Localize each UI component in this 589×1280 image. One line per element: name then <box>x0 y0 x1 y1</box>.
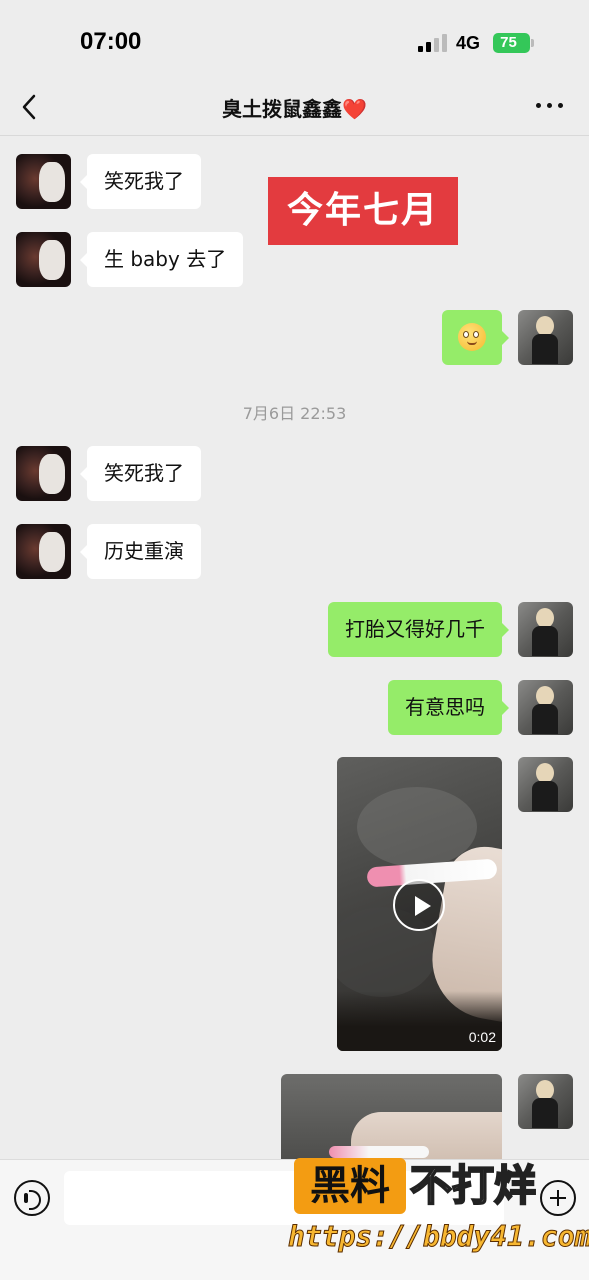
signal-icon <box>418 34 448 52</box>
network-label: 4G <box>456 33 481 53</box>
battery-icon: 75 <box>493 33 535 53</box>
contact-avatar[interactable] <box>16 232 71 287</box>
self-avatar[interactable] <box>518 680 573 735</box>
self-avatar[interactable] <box>518 310 573 365</box>
contact-avatar[interactable] <box>16 446 71 501</box>
chat-header: 臭土拨鼠鑫鑫❤️ <box>0 80 589 136</box>
message-bubble-received[interactable]: 笑死我了 <box>80 446 201 501</box>
self-avatar[interactable] <box>518 757 573 812</box>
contact-name: 臭土拨鼠鑫鑫 <box>222 97 343 121</box>
status-bar: 07:00 4G 75 <box>0 0 589 80</box>
contact-avatar[interactable] <box>16 524 71 579</box>
more-dots-icon[interactable] <box>536 102 566 112</box>
image-message[interactable] <box>281 1074 502 1159</box>
watermark-text: 不打烊 <box>409 1160 537 1211</box>
message-bubble-received[interactable]: 历史重演 <box>80 524 201 579</box>
chat-title: 臭土拨鼠鑫鑫❤️ <box>0 93 589 122</box>
heart-icon: ❤️ <box>342 97 367 121</box>
video-duration: 0:02 <box>468 1029 496 1045</box>
message-bubble-sent[interactable] <box>442 310 509 365</box>
watermark-box-text: 黑料 <box>294 1158 406 1214</box>
message-timestamp: 7月6日 22:53 <box>242 404 347 423</box>
message-bubble-received[interactable]: 笑死我了 <box>80 154 201 209</box>
play-icon[interactable] <box>393 879 445 931</box>
self-avatar[interactable] <box>518 602 573 657</box>
watermark-url: https://bbdy41.com <box>287 1220 589 1254</box>
video-message[interactable]: 0:02 <box>337 757 502 1051</box>
flushed-face-emoji <box>458 322 486 351</box>
message-bubble-received[interactable]: 生 baby 去了 <box>79 232 244 287</box>
voice-icon[interactable] <box>14 1180 50 1216</box>
message-bubble-sent[interactable]: 有意思吗 <box>388 680 509 735</box>
message-bubble-sent[interactable]: 打胎又得好几千 <box>328 602 509 657</box>
status-time: 07:00 <box>80 28 142 55</box>
watermark: 黑料 不打烊 https://bbdy41.com <box>287 1156 589 1256</box>
battery-level: 75 <box>500 34 517 51</box>
overlay-label: 今年七月 <box>268 177 458 245</box>
contact-avatar[interactable] <box>16 154 71 209</box>
self-avatar[interactable] <box>518 1074 573 1129</box>
